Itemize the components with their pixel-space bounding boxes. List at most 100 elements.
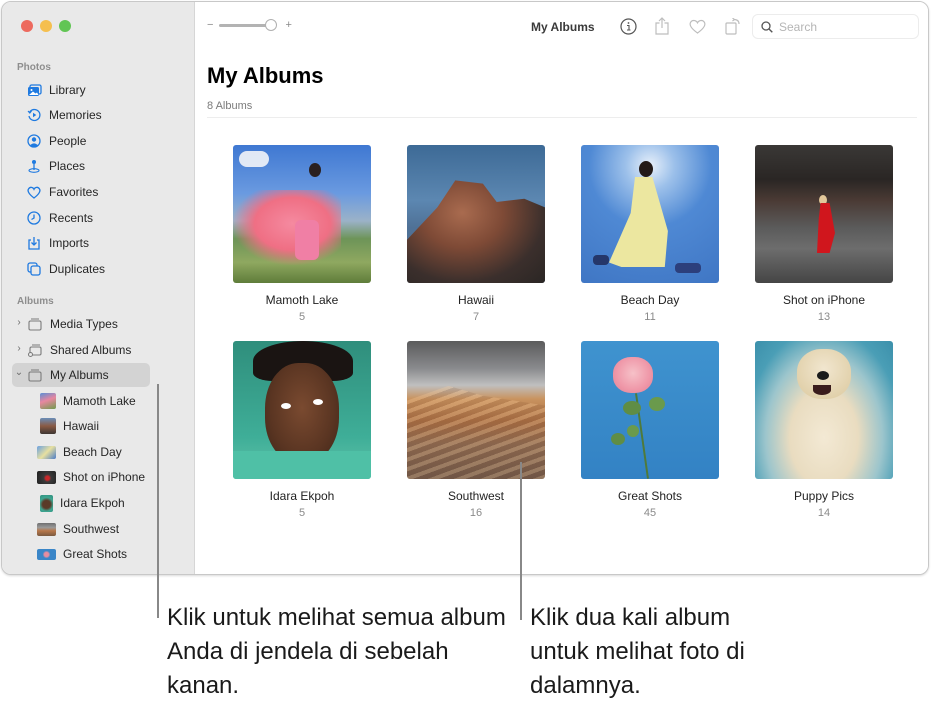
album-count: 8 Albums	[207, 100, 253, 112]
album-name: Idara Ekpoh	[269, 489, 335, 503]
album-thumbnail	[37, 522, 56, 536]
toolbar-title: My Albums	[531, 20, 595, 34]
album-tile-mamoth-lake[interactable]: Mamoth Lake 5	[233, 145, 371, 323]
sidebar-item-label: People	[49, 134, 87, 148]
rotate-button[interactable]	[723, 16, 743, 36]
sidebar-album-label: Puppy Pics	[63, 573, 123, 574]
main-content: − + My Albums My Albums	[196, 2, 928, 574]
search-icon	[761, 20, 773, 33]
sidebar-item-duplicates[interactable]: Duplicates	[12, 257, 186, 281]
album-photo-count: 13	[817, 311, 831, 323]
share-icon	[655, 17, 669, 35]
chevron-right-icon[interactable]: ›	[14, 343, 24, 354]
album-thumbnail	[40, 393, 56, 409]
heart-icon	[26, 184, 42, 200]
photos-window: Photos Library Memories People Places Fa…	[1, 1, 929, 575]
album-tile-great-shots[interactable]: Great Shots 45	[581, 341, 719, 519]
search-input[interactable]	[779, 19, 909, 34]
shared-album-icon	[27, 342, 43, 358]
album-photo-count: 11	[644, 311, 656, 323]
import-icon	[26, 235, 42, 251]
sidebar-item-label: Shared Albums	[50, 343, 132, 357]
album-cover[interactable]	[755, 341, 893, 479]
callout-line-right	[520, 462, 522, 620]
album-tile-idara-ekpoh[interactable]: Idara Ekpoh 5	[233, 341, 371, 519]
sidebar-item-places[interactable]: Places	[12, 154, 186, 178]
album-thumbnail	[37, 573, 56, 574]
sidebar-album-hawaii[interactable]: Hawaii	[40, 414, 99, 438]
album-photo-count: 45	[643, 507, 657, 519]
album-name: Hawaii	[457, 293, 494, 307]
section-label-photos: Photos	[17, 62, 51, 73]
sidebar-album-southwest[interactable]: Southwest	[37, 517, 119, 541]
heart-icon	[689, 19, 705, 34]
sidebar-item-shared-albums[interactable]: › Shared Albums	[12, 338, 150, 362]
album-tile-puppy-pics[interactable]: Puppy Pics 14	[755, 341, 893, 519]
sidebar-album-shot-on-iphone[interactable]: Shot on iPhone	[37, 465, 145, 489]
sidebar: Photos Library Memories People Places Fa…	[2, 2, 195, 574]
album-cover[interactable]	[581, 341, 719, 479]
zoom-in-button[interactable]: +	[285, 19, 291, 31]
search-field[interactable]	[752, 14, 919, 39]
sidebar-item-media-types[interactable]: › Media Types	[12, 312, 150, 336]
album-photo-count: 14	[817, 507, 831, 519]
favorite-button[interactable]	[687, 16, 707, 36]
places-icon	[26, 158, 42, 174]
album-photo-count: 7	[472, 311, 480, 323]
album-cover[interactable]	[233, 145, 371, 283]
slider-knob[interactable]	[265, 19, 278, 31]
clock-icon	[26, 210, 42, 226]
sidebar-item-recents[interactable]: Recents	[12, 206, 186, 230]
album-name: Shot on iPhone	[782, 293, 866, 307]
share-button[interactable]	[652, 16, 672, 36]
info-button[interactable]	[618, 16, 638, 36]
sidebar-album-idara-ekpoh[interactable]: Idara Ekpoh	[40, 491, 125, 515]
chevron-down-icon[interactable]: ⌄	[14, 367, 24, 378]
album-photo-count: 16	[469, 507, 483, 519]
album-name: Mamoth Lake	[265, 293, 339, 307]
sidebar-album-great-shots[interactable]: Great Shots	[37, 542, 127, 566]
album-name: Southwest	[447, 489, 505, 503]
sidebar-item-memories[interactable]: Memories	[12, 103, 186, 127]
minimize-button[interactable]	[40, 20, 52, 32]
chevron-right-icon[interactable]: ›	[14, 317, 24, 328]
album-name: Great Shots	[617, 489, 683, 503]
album-thumbnail	[40, 494, 53, 512]
album-tile-hawaii[interactable]: Hawaii 7	[407, 145, 545, 323]
album-name: Beach Day	[620, 293, 680, 307]
sidebar-album-puppy-pics[interactable]: Puppy Pics	[37, 568, 123, 574]
sidebar-item-label: Duplicates	[49, 262, 106, 276]
memories-icon	[26, 107, 42, 123]
sidebar-item-favorites[interactable]: Favorites	[12, 180, 186, 204]
album-thumbnail	[37, 548, 56, 560]
sidebar-item-people[interactable]: People	[12, 129, 186, 153]
album-tile-shot-on-iphone[interactable]: Shot on iPhone 13	[755, 145, 893, 323]
sidebar-item-my-albums[interactable]: ⌄ My Albums	[12, 363, 150, 387]
sidebar-album-mamoth-lake[interactable]: Mamoth Lake	[40, 389, 136, 413]
album-stack-icon	[27, 316, 43, 332]
sidebar-album-beach-day[interactable]: Beach Day	[37, 440, 122, 464]
sidebar-album-label: Idara Ekpoh	[60, 496, 125, 510]
sidebar-item-imports[interactable]: Imports	[12, 231, 186, 255]
sidebar-album-label: Great Shots	[63, 547, 128, 561]
close-button[interactable]	[21, 20, 33, 32]
zoom-out-button[interactable]: −	[207, 19, 213, 31]
zoom-slider[interactable]: − +	[207, 19, 292, 31]
album-cover[interactable]	[233, 341, 371, 479]
sidebar-album-label: Hawaii	[63, 419, 100, 433]
sidebar-item-label: Imports	[49, 236, 90, 250]
slider-track[interactable]	[219, 23, 268, 27]
album-cover[interactable]	[407, 341, 545, 479]
toolbar: − + My Albums	[196, 2, 928, 52]
album-tile-southwest[interactable]: Southwest 16	[407, 341, 545, 519]
album-cover[interactable]	[581, 145, 719, 283]
album-cover[interactable]	[755, 145, 893, 283]
sidebar-item-label: Favorites	[49, 185, 99, 199]
album-tile-beach-day[interactable]: Beach Day 11	[581, 145, 719, 323]
library-icon	[26, 82, 42, 98]
sidebar-item-label: My Albums	[50, 368, 109, 382]
zoom-button[interactable]	[59, 20, 71, 32]
album-cover[interactable]	[407, 145, 545, 283]
album-name: Puppy Pics	[793, 489, 855, 503]
sidebar-item-library[interactable]: Library	[12, 78, 186, 102]
